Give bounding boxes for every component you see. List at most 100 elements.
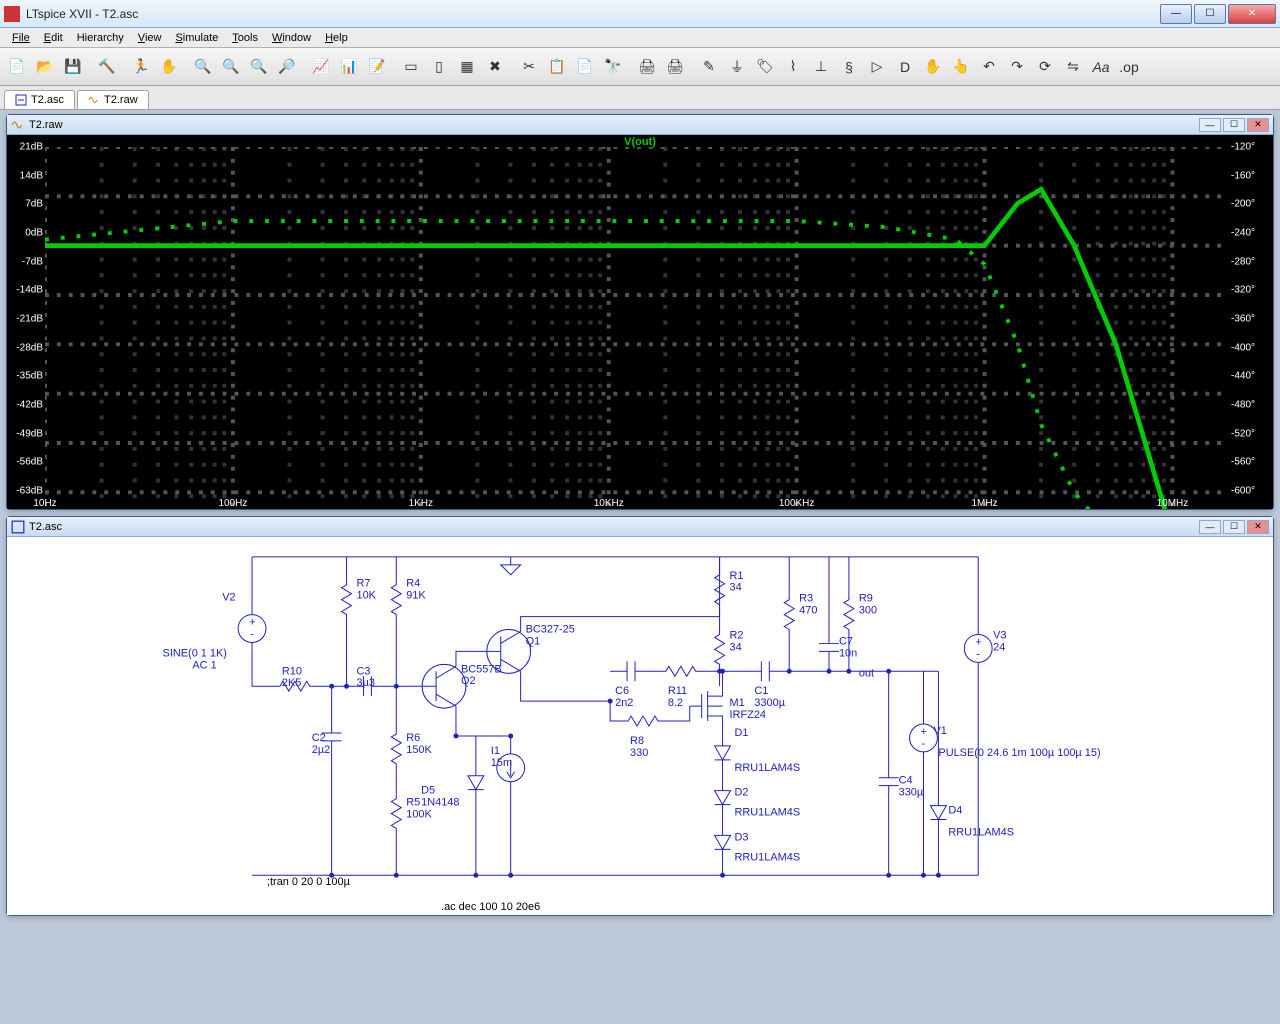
schematic-titlebar[interactable]: T2.asc — ☐ ✕ [7,517,1273,537]
print-icon[interactable]: 🖨 [634,54,660,80]
notes-icon[interactable]: 📝 [364,54,390,80]
wire-icon[interactable]: ✎ [696,54,722,80]
svg-text:91K: 91K [406,590,426,602]
svg-text:+: + [921,726,927,738]
menu-tools[interactable]: Tools [226,30,264,46]
x-tick: 10KHz [594,498,624,509]
minimize-button[interactable]: — [1160,4,1192,24]
paste-icon[interactable]: 📄 [572,54,598,80]
close-button[interactable]: ✕ [1228,4,1276,24]
waveform-icon [11,118,25,132]
tile-horiz-icon[interactable]: ▭ [398,54,424,80]
svg-text:C1: C1 [754,685,768,697]
tab-schematic[interactable]: T2.asc [4,90,75,109]
halt-icon[interactable]: ✋ [156,54,182,80]
y-right-tick: -360° [1231,314,1273,325]
tile-vert-icon[interactable]: ▯ [426,54,452,80]
pick-trace-icon[interactable]: 📊 [336,54,362,80]
window-buttons: — ☐ ✕ [1160,4,1276,24]
svg-text:R8: R8 [630,735,644,747]
svg-text:R6: R6 [406,732,420,744]
x-tick: 100Hz [218,498,247,509]
zoom-pan-icon[interactable]: 🔍 [218,54,244,80]
autorange-icon[interactable]: 📈 [308,54,334,80]
cascade-icon[interactable]: ▦ [454,54,480,80]
resistor-icon[interactable]: ⌇ [780,54,806,80]
zoom-in-icon[interactable]: 🔍 [190,54,216,80]
svg-text:C6: C6 [615,685,629,697]
find-icon[interactable]: 🔭 [600,54,626,80]
svg-text:;tran 0 20 0 100µ: ;tran 0 20 0 100µ [267,876,351,888]
svg-text:+: + [975,636,981,648]
cut-icon[interactable]: ✂ [516,54,542,80]
x-tick: 10MHz [1157,498,1189,509]
text-icon[interactable]: Aa [1088,54,1114,80]
y-right-tick: -440° [1231,371,1273,382]
diode-icon[interactable]: ▷ [864,54,890,80]
waveform-plot[interactable]: V(out) 21dB14dB7dB0dB-7dB-14dB-21dB-28dB… [7,135,1273,509]
spice-directive-icon[interactable]: .op [1116,54,1142,80]
schematic-canvas[interactable]: +-V2SINE(0 1 1K)AC 1R102K5C22µ2C33µ3R710… [7,537,1273,915]
menu-window[interactable]: Window [266,30,317,46]
svg-text:15m: 15m [491,757,512,769]
print-setup-icon[interactable]: 🖨 [662,54,688,80]
sub-close-button[interactable]: ✕ [1247,520,1269,534]
tab-waveform[interactable]: T2.raw [77,90,149,109]
menu-simulate[interactable]: Simulate [169,30,224,46]
svg-text:V3: V3 [993,629,1006,641]
control-panel-icon[interactable]: 🔨 [94,54,120,80]
plot-area[interactable] [45,147,1229,509]
zoom-fit-icon[interactable]: 🔎 [274,54,300,80]
redo-icon[interactable]: ↷ [1004,54,1030,80]
window-title: LTspice XVII - T2.asc [26,7,1160,21]
svg-text:3µ3: 3µ3 [357,677,375,689]
x-tick: 100KHz [779,498,815,509]
drag-icon[interactable]: 👆 [948,54,974,80]
capacitor-icon[interactable]: ⊥ [808,54,834,80]
y-right-tick: -560° [1231,457,1273,468]
svg-text:I1: I1 [491,745,500,757]
svg-text:34: 34 [730,582,742,594]
move-icon[interactable]: ✋ [920,54,946,80]
save-icon[interactable]: 💾 [60,54,86,80]
tab-label: T2.raw [104,94,138,106]
menu-help[interactable]: Help [319,30,354,46]
sub-minimize-button[interactable]: — [1199,118,1221,132]
svg-text:D2: D2 [735,787,749,799]
ground-icon[interactable]: ⏚ [724,54,750,80]
app-icon [4,6,20,22]
run-icon[interactable]: 🏃 [128,54,154,80]
svg-text:100K: 100K [406,809,432,821]
menu-file[interactable]: File [6,30,36,46]
sub-minimize-button[interactable]: — [1199,520,1221,534]
svg-text:R10: R10 [282,665,302,677]
undo-icon[interactable]: ↶ [976,54,1002,80]
component-icon[interactable]: D [892,54,918,80]
zoom-out-icon[interactable]: 🔍 [246,54,272,80]
tab-label: T2.asc [31,94,64,106]
waveform-titlebar[interactable]: T2.raw — ☐ ✕ [7,115,1273,135]
close-all-icon[interactable]: ✖ [482,54,508,80]
mdi-area: T2.raw — ☐ ✕ V(out) 21dB14dB7dB0dB-7dB-1… [0,110,1280,1024]
sub-maximize-button[interactable]: ☐ [1223,118,1245,132]
sub-maximize-button[interactable]: ☐ [1223,520,1245,534]
svg-text:M1: M1 [730,697,745,709]
y-left-tick: -14dB [7,285,43,296]
sub-close-button[interactable]: ✕ [1247,118,1269,132]
mirror-icon[interactable]: ⇋ [1060,54,1086,80]
svg-text:10K: 10K [357,590,377,602]
label-icon[interactable]: 🏷 [752,54,778,80]
copy-icon[interactable]: 📋 [544,54,570,80]
maximize-button[interactable]: ☐ [1194,4,1226,24]
menu-edit[interactable]: Edit [38,30,69,46]
svg-text:D3: D3 [735,831,749,843]
svg-text:V1: V1 [933,725,946,737]
inductor-icon[interactable]: § [836,54,862,80]
menu-hierarchy[interactable]: Hierarchy [71,30,130,46]
open-icon[interactable]: 📂 [32,54,58,80]
menu-view[interactable]: View [132,30,168,46]
new-icon[interactable]: 📄 [4,54,30,80]
rotate-icon[interactable]: ⟳ [1032,54,1058,80]
svg-text:1N4148: 1N4148 [421,797,459,809]
svg-text:R3: R3 [799,593,813,605]
